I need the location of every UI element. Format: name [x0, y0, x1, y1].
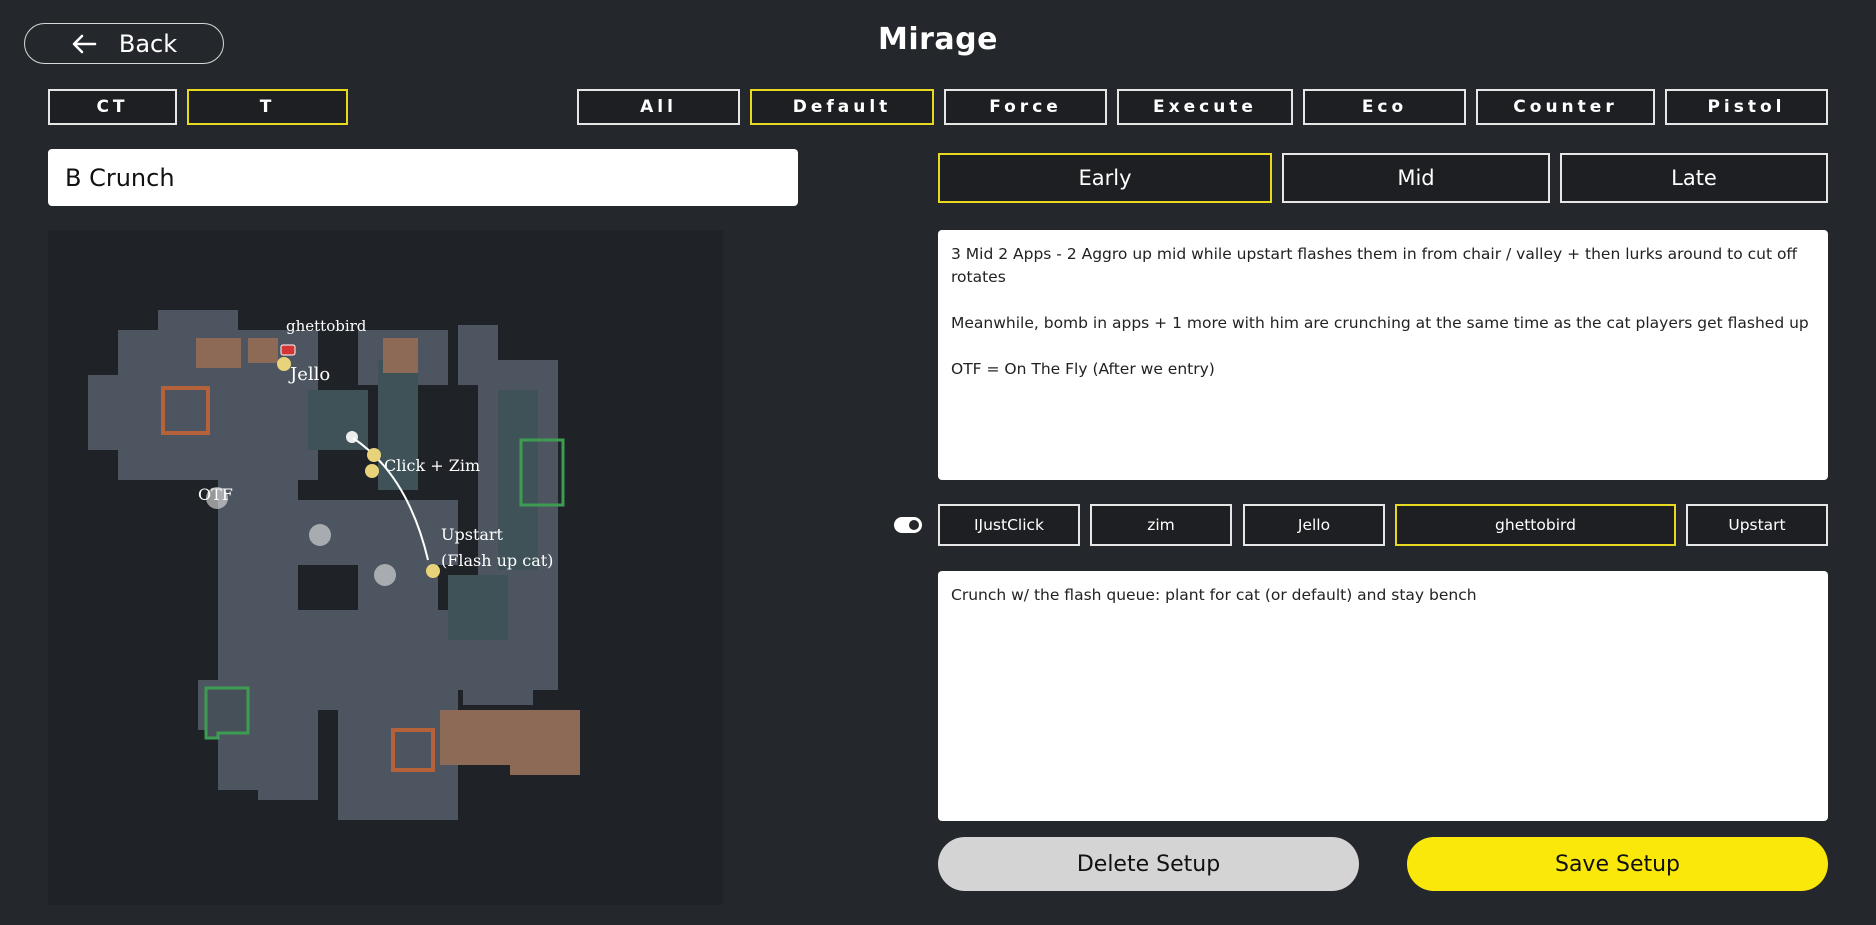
player-notes-textarea[interactable]: Crunch w/ the flash queue: plant for cat…: [938, 571, 1828, 821]
setup-name-value: B Crunch: [65, 163, 175, 192]
player-upstart[interactable]: Upstart: [1686, 504, 1828, 546]
map-image: ghettobird Jello Click + Zim OTF Upstart…: [48, 230, 723, 905]
phase-mid[interactable]: Mid: [1282, 153, 1550, 203]
player-notes-toggle[interactable]: [894, 517, 922, 533]
player-ijustclick[interactable]: IJustClick: [938, 504, 1080, 546]
map-label-ghettobird: ghettobird: [286, 317, 367, 335]
tab-t[interactable]: T: [187, 89, 348, 125]
map-label-jello: Jello: [288, 364, 330, 385]
category-execute[interactable]: Execute: [1117, 89, 1293, 125]
category-pistol[interactable]: Pistol: [1665, 89, 1828, 125]
category-all[interactable]: All: [577, 89, 740, 125]
map-label-upstart-note: (Flash up cat): [441, 551, 553, 570]
save-setup-button[interactable]: Save Setup: [1407, 837, 1828, 891]
setup-name-input[interactable]: B Crunch: [48, 149, 798, 206]
map-label-upstart: Upstart: [441, 525, 504, 544]
page-title: Mirage: [878, 22, 998, 57]
category-default[interactable]: Default: [750, 89, 934, 125]
category-counter[interactable]: Counter: [1476, 89, 1655, 125]
player-ghettobird[interactable]: ghettobird: [1395, 504, 1676, 546]
map-label-otf: OTF: [198, 485, 233, 504]
map-canvas[interactable]: ghettobird Jello Click + Zim OTF Upstart…: [48, 230, 723, 905]
phase-late[interactable]: Late: [1560, 153, 1828, 203]
tab-ct[interactable]: CT: [48, 89, 177, 125]
player-zim[interactable]: zim: [1090, 504, 1232, 546]
strategy-notes-textarea[interactable]: 3 Mid 2 Apps - 2 Aggro up mid while upst…: [938, 230, 1828, 480]
phase-early[interactable]: Early: [938, 153, 1272, 203]
category-eco[interactable]: Eco: [1303, 89, 1466, 125]
category-force[interactable]: Force: [944, 89, 1107, 125]
map-label-click-zim: Click + Zim: [384, 456, 480, 475]
delete-setup-button[interactable]: Delete Setup: [938, 837, 1359, 891]
player-jello[interactable]: Jello: [1243, 504, 1385, 546]
